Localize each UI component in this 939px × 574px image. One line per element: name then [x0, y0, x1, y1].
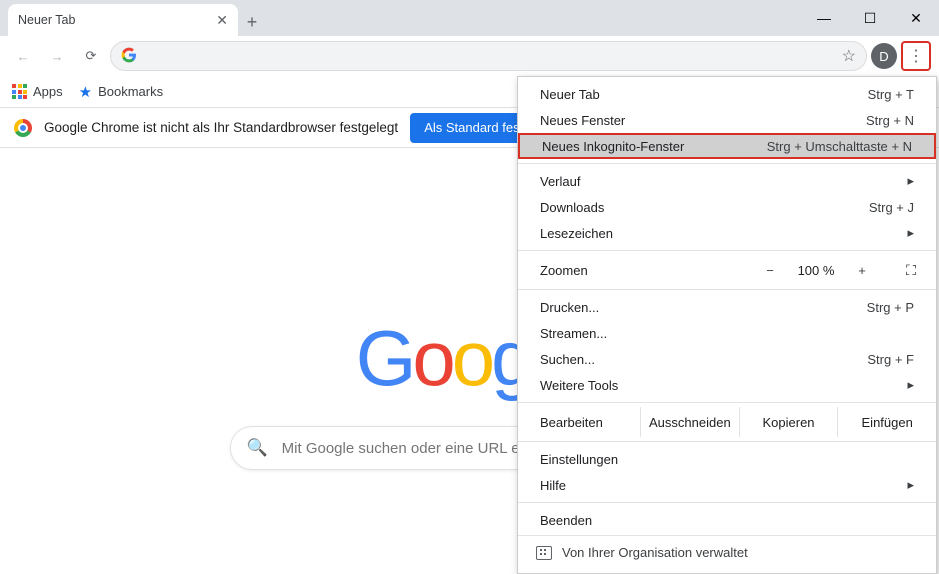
cut-button[interactable]: Ausschneiden: [640, 407, 739, 437]
menu-item-exit[interactable]: Beenden: [518, 507, 936, 533]
menu-item-cast[interactable]: Streamen...: [518, 320, 936, 346]
minimize-button[interactable]: —: [801, 3, 847, 33]
close-tab-icon[interactable]: ✕: [216, 12, 228, 29]
menu-item-downloads[interactable]: Downloads Strg + J: [518, 194, 936, 220]
toolbar: ← → ⟳ ☆ D ⋮: [0, 36, 939, 76]
titlebar: Neuer Tab ✕ + — ☐ ✕: [0, 0, 939, 36]
search-icon: 🔍: [247, 438, 268, 458]
edit-label: Bearbeiten: [540, 415, 640, 430]
paste-button[interactable]: Einfügen: [837, 407, 936, 437]
menu-zoom-row: Zoomen − 100 % + ⛶: [518, 255, 936, 285]
submenu-arrow-icon: ▸: [907, 377, 914, 393]
apps-label: Apps: [33, 84, 63, 99]
menu-separator: [518, 402, 936, 403]
browser-tab[interactable]: Neuer Tab ✕: [8, 4, 238, 36]
managed-label: Von Ihrer Organisation verwaltet: [562, 545, 748, 560]
menu-item-incognito[interactable]: Neues Inkognito-Fenster Strg + Umschaltt…: [518, 133, 936, 159]
main-menu-dropdown: Neuer Tab Strg + T Neues Fenster Strg + …: [517, 76, 937, 574]
logo-letter: o: [452, 314, 491, 402]
profile-avatar[interactable]: D: [871, 43, 897, 69]
address-bar[interactable]: ☆: [110, 41, 867, 71]
bookmarks-folder[interactable]: ★ Bookmarks: [79, 83, 163, 101]
bookmark-star-icon[interactable]: ☆: [842, 46, 856, 66]
reload-button[interactable]: ⟳: [76, 41, 106, 71]
menu-item-find[interactable]: Suchen... Strg + F: [518, 346, 936, 372]
menu-item-more-tools[interactable]: Weitere Tools ▸: [518, 372, 936, 398]
apps-shortcut[interactable]: Apps: [12, 84, 63, 99]
building-icon: [536, 546, 552, 560]
copy-button[interactable]: Kopieren: [739, 407, 838, 437]
forward-button[interactable]: →: [42, 41, 72, 71]
menu-item-new-tab[interactable]: Neuer Tab Strg + T: [518, 81, 936, 107]
zoom-label: Zoomen: [540, 263, 750, 278]
bookmarks-label: Bookmarks: [98, 84, 163, 99]
logo-letter: G: [356, 314, 413, 402]
submenu-arrow-icon: ▸: [907, 477, 914, 493]
menu-item-settings[interactable]: Einstellungen: [518, 446, 936, 472]
star-icon: ★: [79, 83, 92, 101]
menu-item-bookmarks[interactable]: Lesezeichen ▸: [518, 220, 936, 246]
menu-separator: [518, 289, 936, 290]
menu-separator: [518, 502, 936, 503]
url-input[interactable]: [145, 47, 834, 65]
fullscreen-button[interactable]: ⛶: [898, 262, 924, 279]
zoom-value: 100 %: [790, 263, 842, 278]
back-button[interactable]: ←: [8, 41, 38, 71]
window-controls: — ☐ ✕: [801, 0, 939, 36]
managed-by-org-row[interactable]: Von Ihrer Organisation verwaltet: [518, 535, 936, 569]
new-tab-button[interactable]: +: [238, 8, 266, 36]
submenu-arrow-icon: ▸: [907, 225, 914, 241]
menu-separator: [518, 163, 936, 164]
maximize-button[interactable]: ☐: [847, 3, 893, 33]
submenu-arrow-icon: ▸: [907, 173, 914, 189]
apps-grid-icon: [12, 84, 27, 99]
zoom-in-button[interactable]: +: [848, 258, 876, 282]
menu-edit-row: Bearbeiten Ausschneiden Kopieren Einfüge…: [518, 407, 936, 437]
zoom-out-button[interactable]: −: [756, 258, 784, 282]
menu-item-new-window[interactable]: Neues Fenster Strg + N: [518, 107, 936, 133]
menu-separator: [518, 250, 936, 251]
menu-separator: [518, 441, 936, 442]
menu-item-help[interactable]: Hilfe ▸: [518, 472, 936, 498]
google-g-icon: [121, 47, 137, 66]
tab-title: Neuer Tab: [18, 13, 75, 27]
main-menu-button[interactable]: ⋮: [901, 41, 931, 71]
menu-item-history[interactable]: Verlauf ▸: [518, 168, 936, 194]
menu-item-print[interactable]: Drucken... Strg + P: [518, 294, 936, 320]
logo-letter: o: [412, 314, 451, 402]
chrome-logo-icon: [14, 119, 32, 137]
infobar-message: Google Chrome ist nicht als Ihr Standard…: [44, 120, 398, 135]
close-window-button[interactable]: ✕: [893, 3, 939, 33]
